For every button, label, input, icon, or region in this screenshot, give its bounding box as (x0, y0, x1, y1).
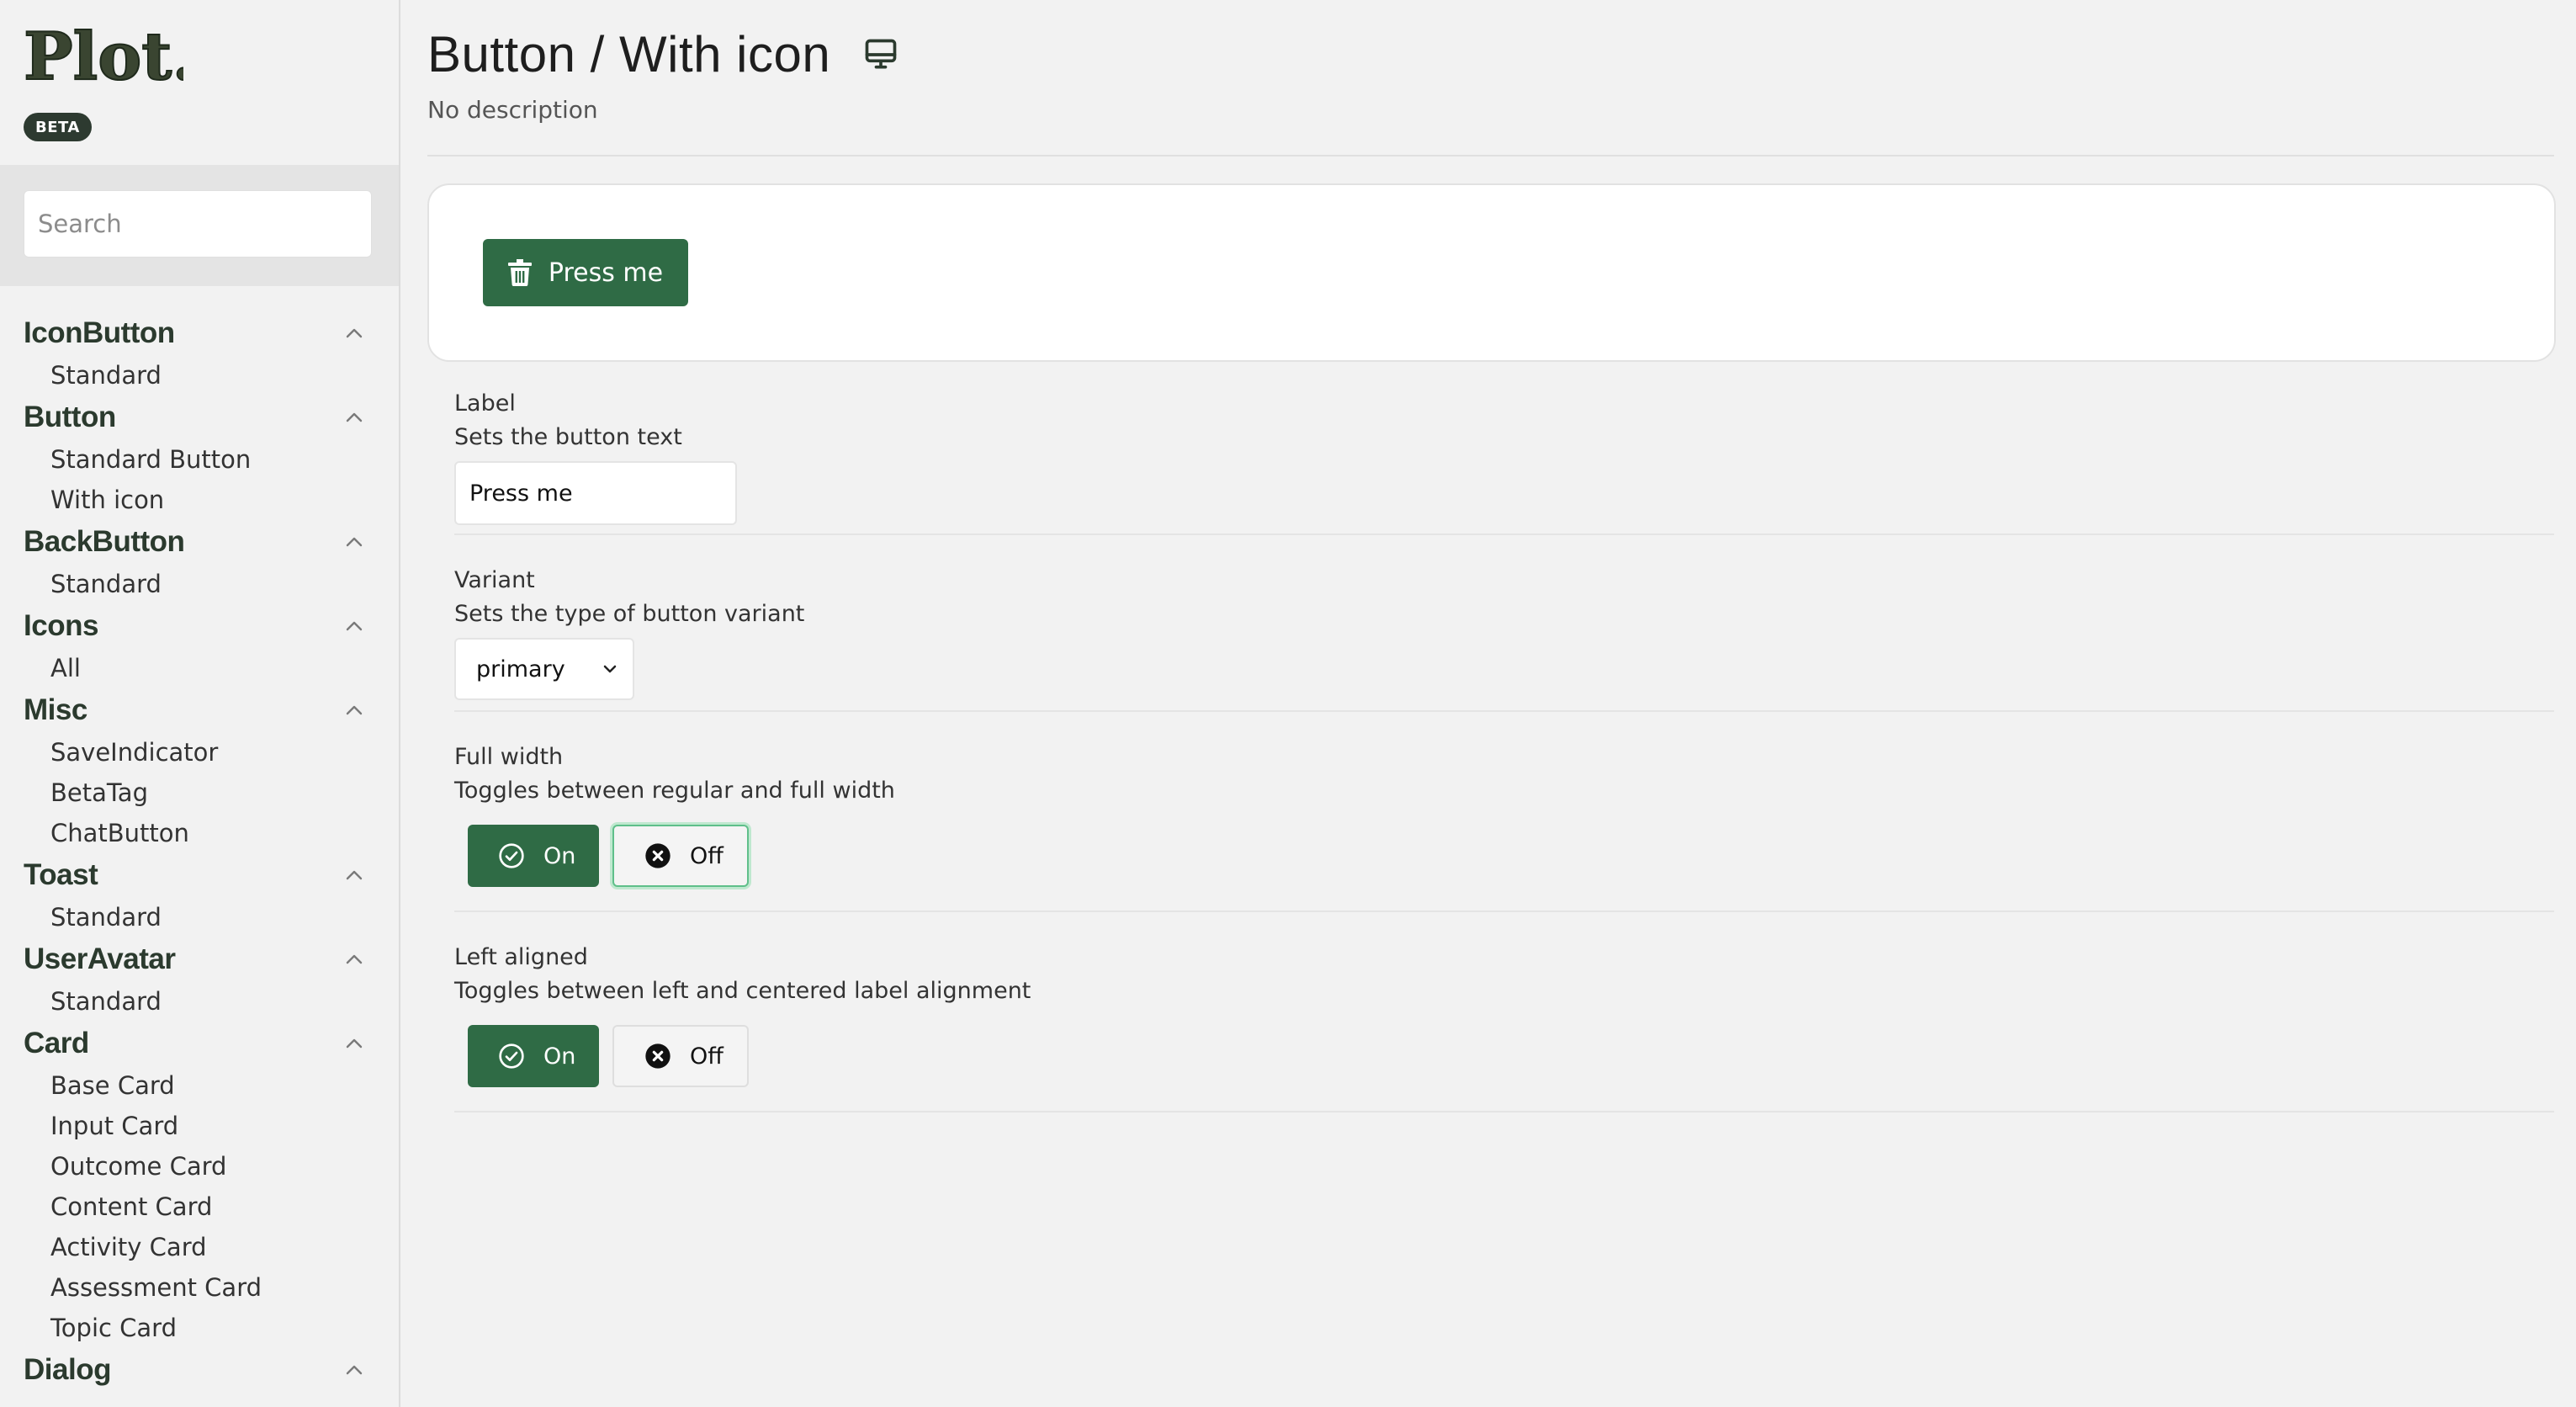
main-content: Button / With icon No description Press … (427, 0, 2556, 1407)
off-label: Off (690, 1043, 724, 1070)
chevron-up-icon (346, 954, 363, 964)
title-row: Button / With icon (427, 25, 899, 83)
monitor-icon[interactable] (862, 36, 899, 73)
nav-group-title: Card (24, 1027, 89, 1059)
plot-logo[interactable]: Plot. (24, 19, 183, 94)
preview-card: Press me (427, 183, 2556, 362)
control-description: Toggles between regular and full width (454, 778, 895, 804)
page-description: No description (427, 96, 598, 124)
control-full-width: Full width Toggles between regular and f… (454, 712, 2554, 912)
variant-select[interactable]: primary (454, 638, 634, 700)
sidebar-nav: IconButton Standard Button Standard Button W… (0, 286, 399, 1392)
nav-group-backbutton[interactable]: BackButton (0, 520, 399, 564)
chevron-up-icon (346, 328, 363, 338)
sidebar: Plot. BETA IconButton Standard Button Stand… (0, 0, 400, 1407)
sidebar-item-activity-card[interactable]: Activity Card (0, 1227, 399, 1267)
check-circle-icon (499, 843, 524, 868)
sidebar-item-assessment-card[interactable]: Assessment Card (0, 1267, 399, 1308)
sidebar-item-topic-card[interactable]: Topic Card (0, 1308, 399, 1348)
sidebar-item-standard[interactable]: Standard (0, 355, 399, 396)
nav-group-title: Toast (24, 858, 98, 891)
preview-button-label: Press me (548, 258, 664, 288)
check-circle-icon (499, 1043, 524, 1069)
control-title: Full width (454, 744, 564, 770)
page-title: Button / With icon (427, 26, 831, 82)
full-width-toggle-group: On Off (468, 825, 2554, 887)
header-divider (427, 155, 2554, 157)
control-description: Sets the button text (454, 424, 682, 450)
chevron-up-icon (346, 870, 363, 880)
nav-group-title: IconButton (24, 316, 175, 349)
controls-panel: Label Sets the button text Variant Sets … (454, 387, 2554, 1112)
control-label: Label Sets the button text (454, 387, 2554, 535)
on-label: On (543, 842, 576, 869)
nav-group-iconbutton[interactable]: IconButton (0, 311, 399, 355)
nav-group-title: Dialog (24, 1353, 111, 1386)
logo-area: Plot. BETA (0, 0, 399, 165)
chevron-up-icon (346, 1365, 363, 1375)
search-area (0, 165, 399, 286)
nav-group-icons[interactable]: Icons (0, 604, 399, 648)
control-title: Left aligned (454, 944, 588, 970)
chevron-up-icon (346, 1038, 363, 1049)
nav-group-title: Icons (24, 609, 98, 642)
sidebar-item-with-icon[interactable]: With icon (0, 480, 399, 520)
nav-group-dialog[interactable]: Dialog (0, 1348, 399, 1392)
nav-group-title: BackButton (24, 525, 185, 558)
sidebar-item-base-card[interactable]: Base Card (0, 1065, 399, 1106)
chevron-down-icon (603, 665, 617, 673)
x-circle-icon (645, 1043, 671, 1069)
preview-button[interactable]: Press me (483, 239, 688, 306)
x-circle-icon (645, 843, 671, 868)
chevron-up-icon (346, 621, 363, 631)
sidebar-item-all[interactable]: All (0, 648, 399, 688)
svg-text:Plot.: Plot. (24, 19, 183, 94)
nav-group-toast[interactable]: Toast (0, 853, 399, 897)
chevron-up-icon (346, 412, 363, 422)
beta-badge: BETA (24, 113, 92, 141)
on-label: On (543, 1043, 576, 1070)
sidebar-item-chatbutton[interactable]: ChatButton (0, 813, 399, 853)
full-width-off-button[interactable]: Off (612, 825, 749, 887)
chevron-up-icon (346, 537, 363, 547)
nav-group-title: Button (24, 401, 116, 433)
control-title: Label (454, 390, 516, 417)
sidebar-item-standard[interactable]: Standard (0, 897, 399, 937)
sidebar-item-outcome-card[interactable]: Outcome Card (0, 1146, 399, 1187)
search-input[interactable] (24, 190, 372, 258)
control-description: Sets the type of button variant (454, 601, 805, 627)
left-aligned-on-button[interactable]: On (468, 1025, 599, 1087)
variant-selected-value: primary (476, 656, 565, 682)
sidebar-item-content-card[interactable]: Content Card (0, 1187, 399, 1227)
control-left-aligned: Left aligned Toggles between left and ce… (454, 912, 2554, 1112)
left-aligned-toggle-group: On Off (468, 1025, 2554, 1087)
nav-group-button[interactable]: Button (0, 396, 399, 439)
label-text-input[interactable] (454, 461, 737, 525)
control-description: Toggles between left and centered label … (454, 978, 1031, 1004)
trash-icon (507, 259, 532, 286)
nav-group-title: Misc (24, 693, 87, 726)
control-title: Variant (454, 567, 535, 593)
full-width-on-button[interactable]: On (468, 825, 599, 887)
nav-group-title: UserAvatar (24, 942, 176, 975)
sidebar-item-saveindicator[interactable]: SaveIndicator (0, 732, 399, 773)
sidebar-item-input-card[interactable]: Input Card (0, 1106, 399, 1146)
nav-group-card[interactable]: Card (0, 1022, 399, 1065)
sidebar-item-standard-button[interactable]: Standard Button (0, 439, 399, 480)
nav-group-misc[interactable]: Misc (0, 688, 399, 732)
sidebar-item-standard[interactable]: Standard (0, 564, 399, 604)
sidebar-item-standard[interactable]: Standard (0, 981, 399, 1022)
left-aligned-off-button[interactable]: Off (612, 1025, 749, 1087)
control-variant: Variant Sets the type of button variant … (454, 535, 2554, 712)
off-label: Off (690, 842, 724, 869)
nav-group-useravatar[interactable]: UserAvatar (0, 937, 399, 981)
sidebar-item-betatag[interactable]: BetaTag (0, 773, 399, 813)
chevron-up-icon (346, 705, 363, 715)
